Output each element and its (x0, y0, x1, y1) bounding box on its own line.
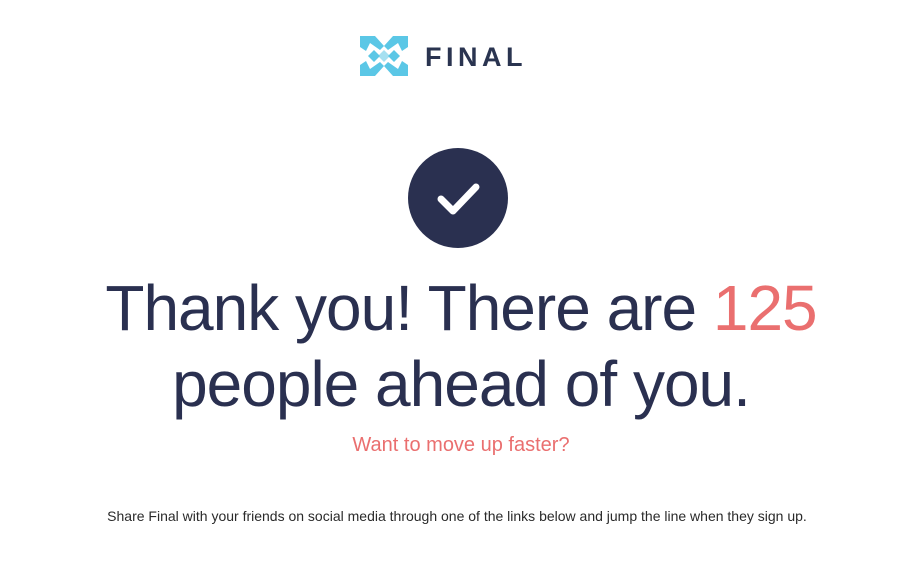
share-instructions: Share Final with your friends on social … (107, 508, 807, 524)
success-badge (408, 148, 508, 248)
brand-name: FINAL (425, 41, 527, 72)
final-logo-mark-icon (360, 36, 408, 76)
queue-position-count: 125 (712, 272, 818, 344)
move-up-prompt: Want to move up faster? (352, 434, 570, 456)
brand-logo[interactable]: FINAL (357, 33, 527, 79)
headline-prefix: Thank you! There are (105, 272, 713, 344)
checkmark-icon (437, 183, 480, 215)
confirmation-headline: Thank you! There are 125 people ahead of … (0, 270, 922, 422)
headline-line-2: people ahead of you. (172, 348, 751, 420)
